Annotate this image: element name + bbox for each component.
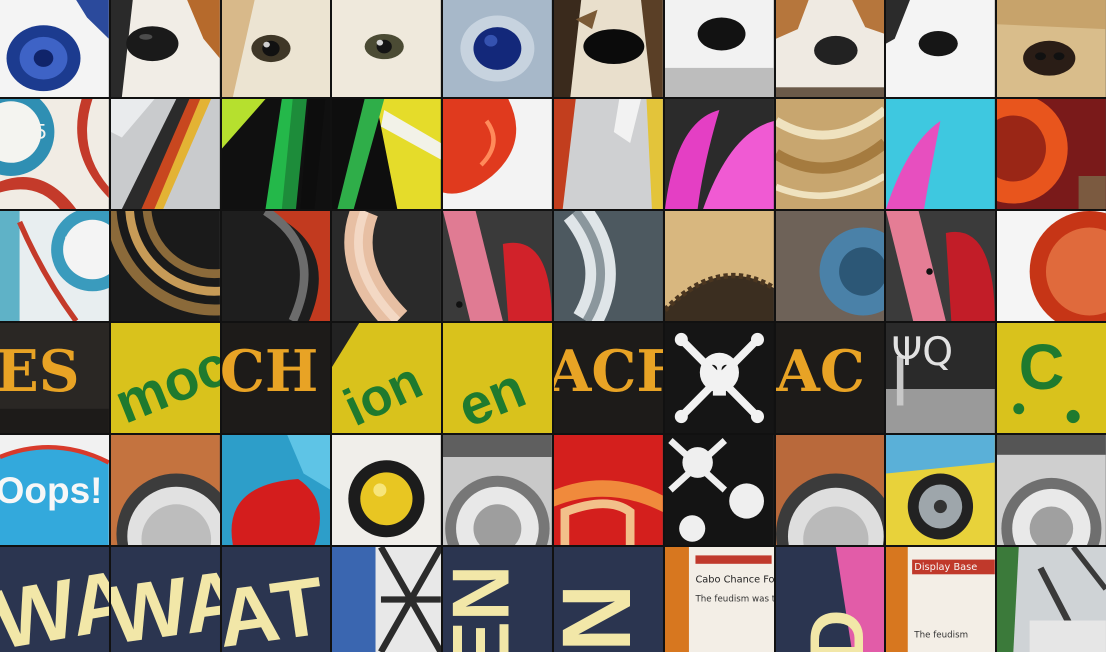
tile-moc: moc — [111, 323, 220, 433]
tile-ion: ion — [332, 323, 441, 433]
tile-chrome-tube — [554, 211, 663, 321]
tile-yellow-ball — [332, 435, 441, 545]
tile-racing-stripe-gray — [111, 99, 220, 209]
tile-cream-d: D — [776, 547, 885, 652]
tile-red-blue-shape — [222, 435, 331, 545]
tile-beige-tube — [332, 211, 441, 321]
tile-dog-nose-tricolor — [111, 0, 220, 97]
tile-dog-nose-golden — [997, 0, 1106, 97]
gauge-number-5: 5 — [35, 121, 47, 144]
tile-oops-sign: Oops! — [0, 435, 109, 545]
tile-pink-red-metal — [443, 211, 552, 321]
tile-gauge-dial-5: 5 — [0, 99, 109, 209]
tile-c-sticker: C — [997, 323, 1106, 433]
tile-pink-petals — [665, 99, 774, 209]
tile-greek-sign: ΨQ — [886, 323, 995, 433]
tile-dog-nose-white — [886, 0, 995, 97]
tile-car-headlight — [443, 435, 552, 545]
tile-page-color-1: Cabo Chance Fo The feudism was temperatu… — [665, 547, 774, 652]
tile-blue-cross-sign — [332, 547, 441, 652]
tile-es: ES — [0, 323, 109, 433]
tile-en-big: EN — [443, 547, 552, 652]
tile-dark-red-arc — [222, 211, 331, 321]
tile-carved-skull-mouth — [554, 0, 663, 97]
tile-gauge-dial-15: 15 — [0, 211, 109, 321]
oops-text: Oops! — [0, 469, 102, 511]
letters-d-big: D — [793, 609, 878, 652]
tile-red-circle-on-white — [997, 211, 1106, 321]
tile-coiled-basket — [111, 211, 220, 321]
page-1-body: The feudism was temperature accurate the… — [694, 595, 773, 605]
letters-c: C — [1019, 333, 1065, 403]
letters-en-big: EN — [443, 565, 526, 652]
tile-white-dog-nose — [665, 0, 774, 97]
tile-blue-round-button — [443, 0, 552, 97]
tile-en: en — [443, 323, 552, 433]
tile-ch: CH — [222, 323, 331, 433]
tile-dog-eye-cream — [222, 0, 331, 97]
tile-red-orange-curve — [443, 99, 552, 209]
letters-greek: ΨQ — [892, 329, 954, 375]
letters-es: ES — [0, 339, 80, 405]
page-2-heading: Display Base — [915, 562, 978, 573]
letters-wa-2: WA — [111, 552, 220, 652]
letters-ch: CH — [222, 339, 318, 405]
tile-yellow-rally-wheel — [886, 435, 995, 545]
tile-wa-2: WA — [111, 547, 220, 652]
tile-blue-target-sticker — [0, 0, 109, 97]
page-2-body: The feudism — [914, 630, 969, 640]
tile-gray-panel-yellow-stripe — [554, 99, 663, 209]
tile-orange-red-disc — [997, 99, 1106, 209]
letters-at: AT — [222, 560, 330, 652]
tile-orange-wave — [554, 435, 663, 545]
tile-brass-coil — [776, 99, 885, 209]
tile-car-headlight-2 — [997, 435, 1106, 545]
tile-page-color-2: Display Base The feudism — [886, 547, 995, 652]
page-1-heading: Cabo Chance Fo — [695, 575, 773, 586]
tile-cream-n: N — [554, 547, 663, 652]
tile-acf: ACF — [554, 323, 663, 433]
tile-wicker-weave — [665, 211, 774, 321]
tile-dog-nose-tan-white — [776, 0, 885, 97]
tile-gauge-cap-2 — [776, 435, 885, 545]
tile-skull-print — [665, 435, 774, 545]
tile-cyan-pink-petal — [886, 99, 995, 209]
tile-gauge-cap — [111, 435, 220, 545]
tile-neon-green-stripes — [222, 99, 331, 209]
tile-yellow-green-geometric — [332, 99, 441, 209]
tile-ac: AC — [776, 323, 885, 433]
tile-sign-street — [997, 547, 1106, 652]
tile-wa-1: WA — [0, 547, 109, 652]
letters-acf: ACF — [554, 339, 663, 405]
tile-pink-red-rivet — [886, 211, 995, 321]
tile-at: AT — [222, 547, 331, 652]
tile-pirate-flag — [665, 323, 774, 433]
tile-blue-circle-blur — [776, 211, 885, 321]
letters-ac: AC — [776, 339, 865, 405]
image-mosaic: 5 — [0, 0, 1106, 642]
tile-dog-eye-white — [332, 0, 441, 97]
gauge-number-15: 15 — [63, 233, 88, 256]
